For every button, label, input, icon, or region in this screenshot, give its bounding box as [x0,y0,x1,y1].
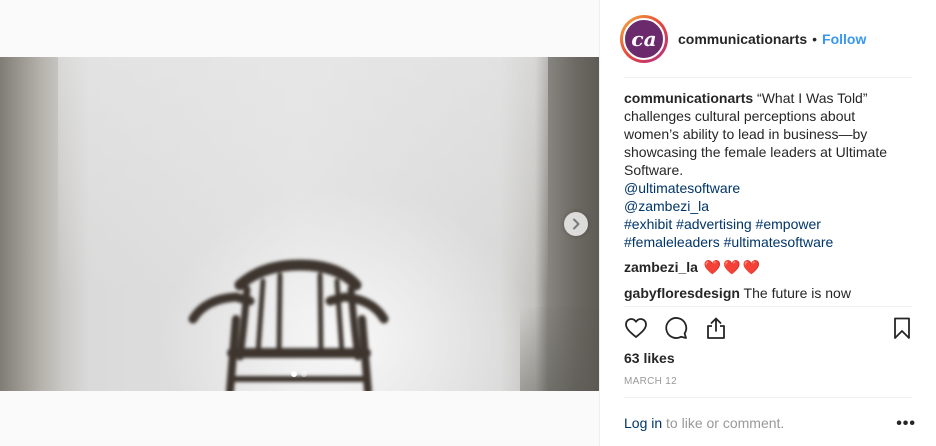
media-column [0,0,599,446]
footer-divider [624,397,912,398]
heart-emoji: ❤️ [703,259,722,275]
comment-username[interactable]: gabyfloresdesign [624,285,740,301]
mention-link[interactable]: @ultimatesoftware [624,180,740,196]
hashtag-link[interactable]: #empower [756,216,821,232]
comment-bubble-icon[interactable] [664,316,688,340]
next-slide-button[interactable] [564,212,588,236]
action-bar [624,316,916,342]
comment-text: The future is now [739,285,851,301]
hashtag-link[interactable]: #femaleleaders [624,234,720,250]
heart-emoji: ❤️ [742,259,761,275]
carousel-dot-active[interactable] [291,371,297,377]
avatar-logo: ca [623,18,665,60]
caption-username[interactable]: communicationarts [624,90,753,106]
avatar[interactable]: ca [620,15,668,63]
mention-link[interactable]: @zambezi_la [624,198,709,214]
hashtag-link[interactable]: #advertising [676,216,752,232]
login-prompt: Log in to like or comment. ••• [624,415,916,433]
login-link[interactable]: Log in [624,415,662,431]
post-sidebar: ca communicationarts • Follow communicat… [599,0,936,446]
comments-divider [624,306,912,307]
likes-count[interactable]: 63 likes [624,350,675,366]
header-separator: • [812,31,818,47]
login-prompt-text: to like or comment. [662,415,785,431]
chair-illustration [188,259,389,391]
post-header: ca communicationarts • Follow [620,14,912,64]
header-divider [624,77,912,78]
hashtag-link[interactable]: #exhibit [624,216,672,232]
comment-item: gabyfloresdesign The future is now [624,284,851,302]
comment-username[interactable]: zambezi_la [624,259,698,275]
header-username[interactable]: communicationarts [678,31,807,47]
heart-outline-icon[interactable] [624,316,648,340]
more-options-icon[interactable]: ••• [896,415,916,433]
carousel-indicator [291,371,307,377]
post-caption: communicationarts “What I Was Told” chal… [624,89,914,251]
hashtag-link[interactable]: #ultimatesoftware [724,234,834,250]
carousel-dot[interactable] [301,371,307,377]
comment-item: zambezi_la ❤️ ❤️ ❤️ [624,258,760,276]
share-upload-icon[interactable] [704,316,728,340]
follow-button[interactable]: Follow [822,31,866,47]
chevron-right-icon [573,218,580,230]
bookmark-icon[interactable] [890,316,914,340]
post-image[interactable] [0,57,599,391]
heart-emoji: ❤️ [723,259,741,275]
post-date[interactable]: MARCH 12 [624,376,677,387]
